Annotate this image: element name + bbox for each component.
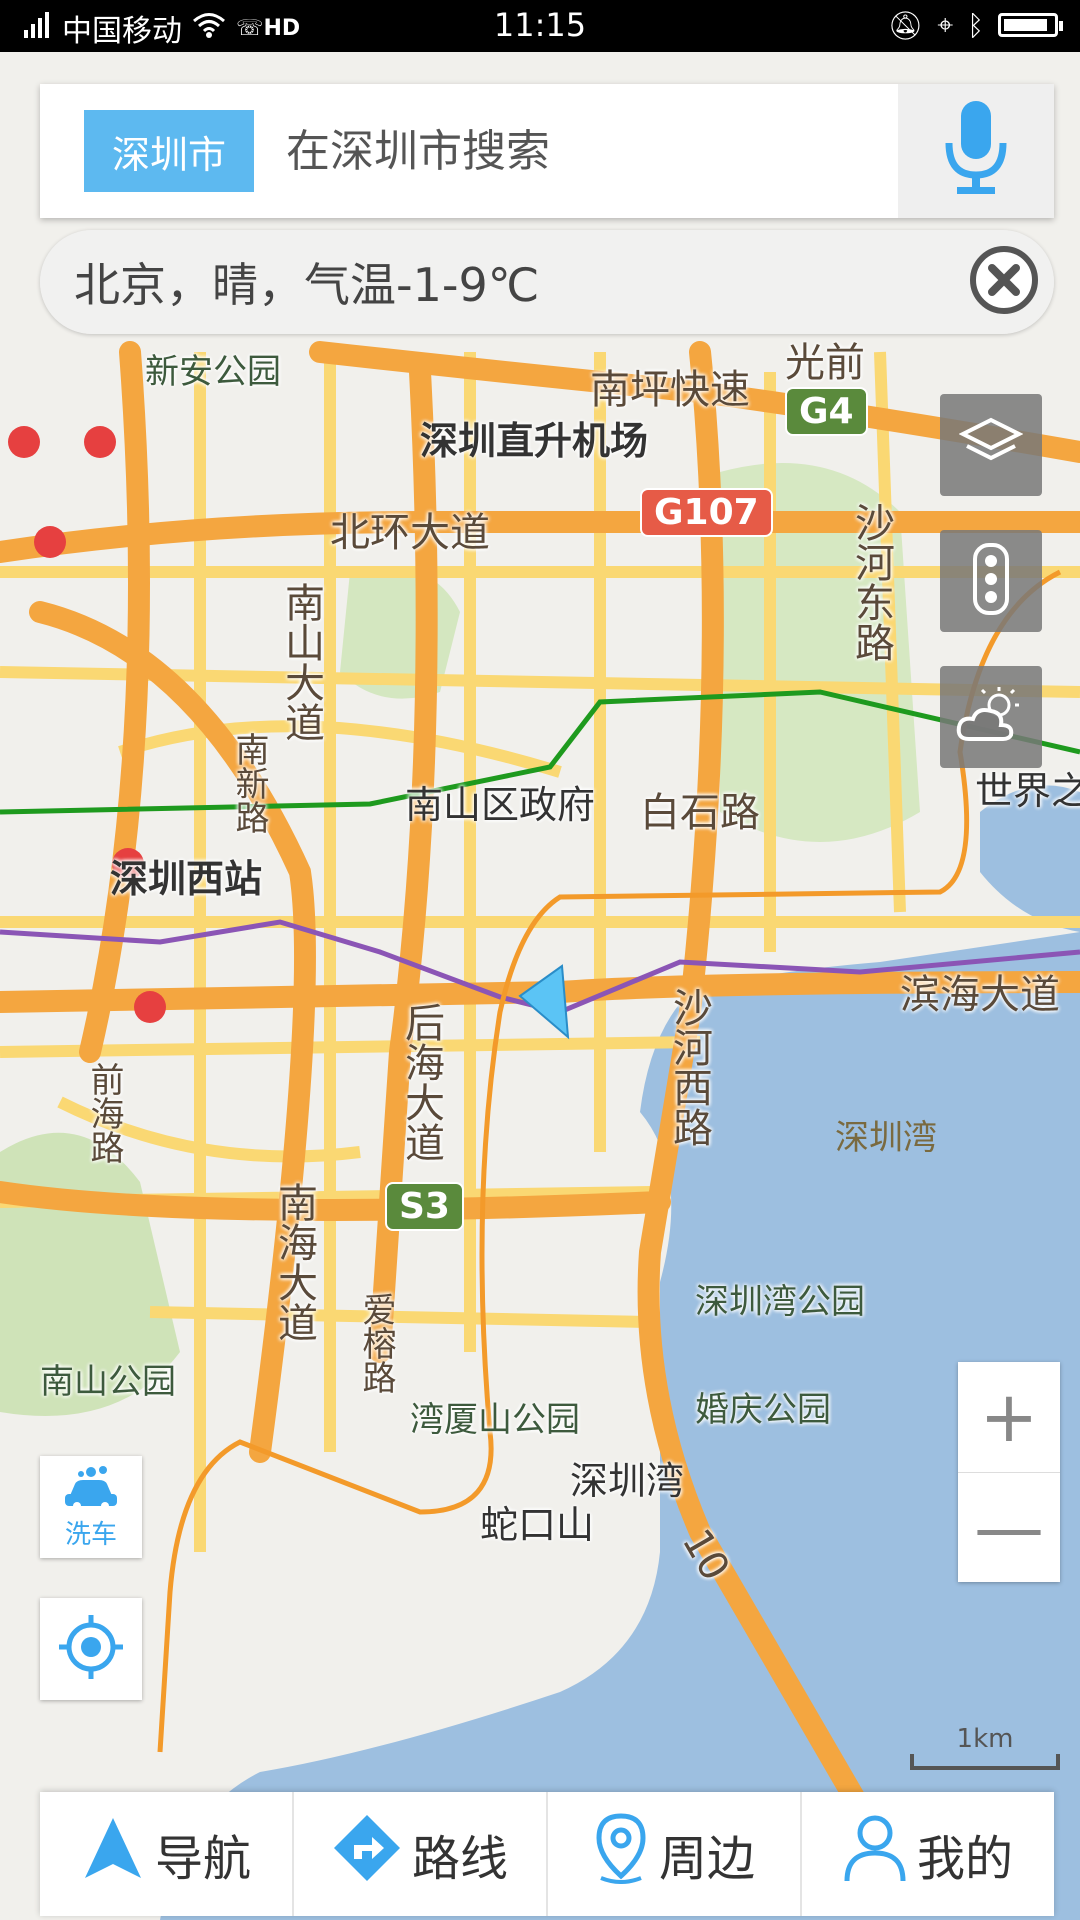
highway-shield-g107: G107 xyxy=(640,488,773,537)
map-label-aiyu-road[interactable]: 爱榕路 xyxy=(352,1292,401,1394)
weather-icon xyxy=(955,685,1027,749)
map-label-guangqian[interactable]: 光前 xyxy=(785,330,865,388)
close-icon xyxy=(968,244,1040,320)
user-icon xyxy=(843,1813,907,1895)
map-label-nanshan-park[interactable]: 南山公园 xyxy=(40,1354,176,1403)
traffic-light-icon xyxy=(971,543,1011,619)
nav-navigate[interactable]: 导航 xyxy=(40,1792,292,1916)
map-label-beihuan-road[interactable]: 北环大道 xyxy=(330,500,490,558)
map-label-nanshan-gov[interactable]: 南山区政府 xyxy=(405,774,595,829)
highway-shield-g4: G4 xyxy=(785,387,868,436)
mute-icon: 🔕︎ xyxy=(887,8,924,42)
zoom-control: + — xyxy=(958,1362,1060,1582)
microphone-icon xyxy=(941,99,1011,203)
map-label-binhai-avenue[interactable]: 滨海大道 xyxy=(900,962,1060,1020)
voice-search-button[interactable] xyxy=(898,84,1054,218)
map-label-qianhai-road[interactable]: 前海路 xyxy=(80,1062,129,1164)
map-label-shahe-east-road[interactable]: 沙河东路 xyxy=(842,502,900,662)
battery-icon xyxy=(998,13,1063,37)
map-label-nanshan-avenue[interactable]: 南山大道 xyxy=(272,582,330,742)
location-icon: ⌖ xyxy=(937,8,954,41)
location-pin-icon xyxy=(593,1812,649,1896)
map-label-nanxin-road[interactable]: 南新路 xyxy=(225,732,274,834)
locate-button[interactable] xyxy=(40,1598,142,1700)
search-bar: 深圳市 xyxy=(40,84,1054,218)
navigation-arrow-icon xyxy=(81,1816,145,1892)
map-label-world-window[interactable]: 世界之 xyxy=(975,760,1080,815)
city-select-button[interactable]: 深圳市 xyxy=(84,110,254,192)
weather-text: 北京，晴，气温-1-9℃ xyxy=(74,258,540,312)
map-label-wanxiashan-park[interactable]: 湾厦山公园 xyxy=(410,1392,580,1441)
locate-icon xyxy=(56,1612,126,1686)
map-label-heliport[interactable]: 深圳直升机场 xyxy=(420,410,648,465)
car-wash-label: 洗车 xyxy=(64,1519,117,1550)
car-wash-icon xyxy=(61,1464,121,1514)
zoom-in-button[interactable]: + xyxy=(958,1362,1060,1472)
weather-banner[interactable]: 北京，晴，气温-1-9℃ xyxy=(40,230,1054,334)
nav-nearby-label: 周边 xyxy=(658,1831,755,1887)
weather-button[interactable] xyxy=(940,666,1042,768)
layers-icon xyxy=(958,416,1024,474)
map-label-houhai-avenue[interactable]: 后海大道 xyxy=(392,1002,450,1162)
car-wash-button[interactable]: 洗车 xyxy=(40,1456,142,1558)
status-bar: 中国移动 ☏HD 11:15 🔕︎ ⌖ ᛒ xyxy=(0,0,1080,52)
zoom-out-button[interactable]: — xyxy=(958,1472,1060,1583)
map-label-shenzhen-west-station[interactable]: 深圳西站 xyxy=(110,848,262,903)
bluetooth-icon: ᛒ xyxy=(967,8,984,42)
map-label-nanping-expressway[interactable]: 南坪快速 xyxy=(590,357,750,415)
scale-bar xyxy=(910,1754,1060,1770)
layers-button[interactable] xyxy=(940,394,1042,496)
map-label-hunqing-park[interactable]: 婚庆公园 xyxy=(695,1382,831,1431)
nav-nearby[interactable]: 周边 xyxy=(546,1792,800,1916)
map-label-baishi-road[interactable]: 白石路 xyxy=(640,780,760,838)
map-label-shenzhen-bay[interactable]: 深圳湾 xyxy=(835,1110,937,1159)
route-icon xyxy=(332,1813,402,1895)
nav-route[interactable]: 路线 xyxy=(292,1792,546,1916)
status-right: 🔕︎ ⌖ ᛒ xyxy=(887,8,1063,42)
map-label-nanhai-avenue[interactable]: 南海大道 xyxy=(265,1182,323,1342)
map-label-shenzhen-bay-park[interactable]: 深圳湾公园 xyxy=(695,1274,865,1323)
nav-mine[interactable]: 我的 xyxy=(800,1792,1054,1916)
nav-route-label: 路线 xyxy=(411,1831,508,1887)
traffic-button[interactable] xyxy=(940,530,1042,632)
bottom-navigation: 导航 路线 周边 我的 xyxy=(40,1792,1054,1916)
map-scale: 1km xyxy=(910,1724,1060,1784)
search-input[interactable] xyxy=(284,124,898,178)
scale-label: 1km xyxy=(956,1724,1014,1754)
highway-shield-s3: S3 xyxy=(385,1182,464,1231)
nav-navigate-label: 导航 xyxy=(154,1831,251,1887)
map-label-shahe-west-road[interactable]: 沙河西路 xyxy=(660,987,718,1147)
nav-mine-label: 我的 xyxy=(916,1831,1013,1887)
map-label-shekou-mountain[interactable]: 蛇口山 xyxy=(480,1494,594,1549)
weather-close-button[interactable] xyxy=(964,242,1044,322)
map-label-xinan-park[interactable]: 新安公园 xyxy=(145,344,281,393)
